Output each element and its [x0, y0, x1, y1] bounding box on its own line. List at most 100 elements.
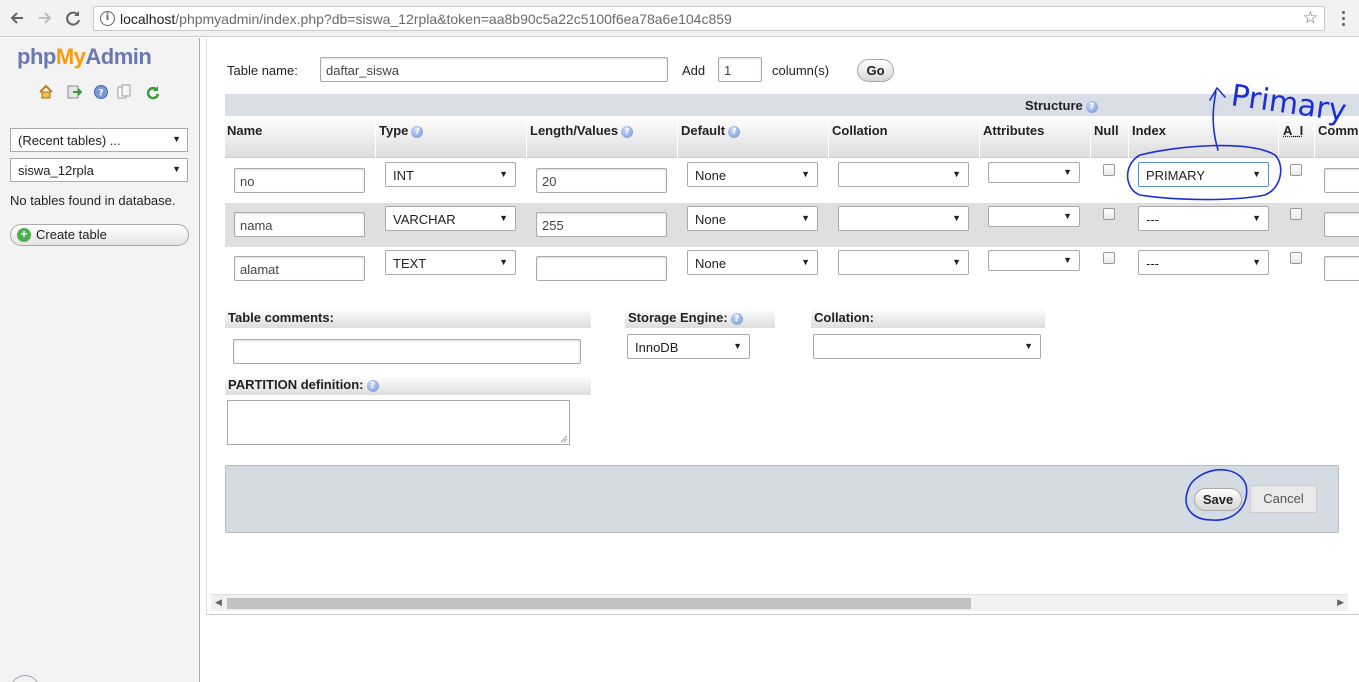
column-comments-input[interactable] [1324, 212, 1359, 237]
help-icon[interactable]: ? [730, 312, 743, 325]
columns-label: column(s) [772, 63, 830, 78]
bookmark-star-icon[interactable]: ☆ [1303, 8, 1318, 28]
resize-handle-icon[interactable] [560, 435, 568, 443]
table-comments-input[interactable] [233, 339, 581, 364]
table-row: nama VARCHAR ▼ 255 None ▼ ▼ ▼ --- ▼ [225, 203, 1359, 247]
header-null: Null [1094, 123, 1119, 138]
header-collation: Collation [832, 123, 888, 138]
column-index-value: PRIMARY [1146, 168, 1205, 183]
table-collation-select[interactable]: ▼ [813, 334, 1041, 359]
column-length-input[interactable]: 20 [536, 168, 667, 193]
null-checkbox[interactable] [1103, 252, 1115, 264]
add-columns-input[interactable]: 1 [718, 57, 762, 82]
column-collation-select[interactable]: ▼ [838, 250, 969, 275]
column-default-value: None [695, 212, 727, 227]
column-name-input[interactable]: no [234, 168, 365, 193]
recent-tables-select[interactable]: (Recent tables) ... ▼ [10, 128, 188, 152]
no-tables-message: No tables found in database. [10, 193, 176, 208]
structure-label: Structure [1025, 98, 1083, 113]
horizontal-scrollbar[interactable]: ◀ ▶ [211, 594, 1348, 611]
svg-text:?: ? [98, 89, 103, 99]
column-length-input[interactable]: 255 [536, 212, 667, 237]
add-label: Add [682, 63, 706, 78]
forward-arrow-icon[interactable] [35, 8, 55, 28]
logout-icon[interactable] [66, 84, 83, 100]
scrollbar-thumb[interactable] [227, 598, 971, 609]
docs-icon[interactable] [116, 84, 132, 100]
column-comments-input[interactable] [1324, 256, 1359, 281]
table-row: alamat TEXT ▼ None ▼ ▼ ▼ --- ▼ [225, 247, 1359, 291]
header-divider [1314, 116, 1315, 158]
chevron-down-icon: ▼ [1252, 213, 1261, 223]
chevron-down-icon: ▼ [1252, 257, 1261, 267]
scroll-right-icon[interactable]: ▶ [1337, 597, 1344, 608]
reload-icon[interactable] [63, 8, 83, 28]
header-divider [375, 116, 376, 158]
column-index-select[interactable]: PRIMARY ▼ [1138, 162, 1269, 187]
column-comments-input[interactable] [1324, 168, 1359, 193]
plus-icon: + [17, 228, 31, 242]
column-index-select[interactable]: --- ▼ [1138, 206, 1269, 231]
table-name-input[interactable]: daftar_siswa [320, 57, 668, 82]
save-button[interactable]: Save [1194, 488, 1242, 511]
null-checkbox[interactable] [1103, 164, 1115, 176]
chevron-down-icon: ▼ [1252, 169, 1261, 179]
column-type-select[interactable]: INT ▼ [385, 162, 516, 187]
header-divider [1090, 116, 1091, 158]
phpmyadmin-logo[interactable]: phpMyAdmin [17, 44, 152, 70]
column-type-select[interactable]: TEXT ▼ [385, 250, 516, 275]
header-default-label: Default [681, 123, 726, 138]
chevron-down-icon: ▼ [801, 169, 810, 179]
column-name-input[interactable]: alamat [234, 256, 365, 281]
column-length-input[interactable] [536, 256, 667, 281]
header-type: Type? [379, 123, 424, 138]
address-bar[interactable]: i localhost/phpmyadmin/index.php?db=sisw… [93, 6, 1325, 31]
create-table-button[interactable]: + Create table [10, 224, 189, 246]
column-name-input[interactable]: nama [234, 212, 365, 237]
header-divider [828, 116, 829, 158]
storage-engine-select[interactable]: InnoDB ▼ [627, 334, 750, 359]
browser-menu-icon[interactable] [1337, 9, 1349, 29]
chevron-down-icon: ▼ [499, 257, 508, 267]
auto-increment-checkbox[interactable] [1290, 252, 1302, 264]
chevron-down-icon: ▼ [499, 213, 508, 223]
null-checkbox[interactable] [1103, 208, 1115, 220]
database-value: siswa_12rpla [18, 163, 94, 178]
header-divider [1278, 116, 1279, 158]
column-collation-select[interactable]: ▼ [838, 162, 969, 187]
back-arrow-icon[interactable] [7, 8, 27, 28]
structure-bar: Structure? [225, 94, 1359, 116]
column-default-select[interactable]: None ▼ [687, 206, 818, 231]
partition-definition-textarea[interactable] [227, 400, 570, 445]
help-icon[interactable]: ? [411, 125, 424, 138]
auto-increment-checkbox[interactable] [1290, 164, 1302, 176]
database-select[interactable]: siswa_12rpla ▼ [10, 158, 188, 182]
column-type-value: VARCHAR [393, 212, 456, 227]
home-icon[interactable] [38, 84, 54, 100]
info-icon[interactable]: i [100, 11, 115, 26]
table-row: no INT ▼ 20 None ▼ ▼ ▼ PRIMARY ▼ [225, 159, 1359, 203]
column-default-select[interactable]: None ▼ [687, 250, 818, 275]
browser-toolbar: i localhost/phpmyadmin/index.php?db=sisw… [0, 0, 1359, 37]
column-default-select[interactable]: None ▼ [687, 162, 818, 187]
chevron-down-icon: ▼ [801, 213, 810, 223]
help-icon[interactable]: ? [93, 84, 109, 100]
column-attributes-select[interactable]: ▼ [988, 162, 1080, 183]
column-type-select[interactable]: VARCHAR ▼ [385, 206, 516, 231]
help-icon[interactable]: ? [621, 125, 634, 138]
help-icon[interactable]: ? [1085, 100, 1098, 113]
column-attributes-select[interactable]: ▼ [988, 206, 1080, 227]
go-button[interactable]: Go [857, 59, 894, 82]
logo-my: My [55, 44, 86, 69]
cancel-button[interactable]: Cancel [1250, 485, 1317, 513]
column-index-select[interactable]: --- ▼ [1138, 250, 1269, 275]
column-attributes-select[interactable]: ▼ [988, 250, 1080, 271]
header-attributes: Attributes [983, 123, 1045, 138]
column-collation-select[interactable]: ▼ [838, 206, 969, 231]
help-icon[interactable]: ? [728, 125, 741, 138]
reload-icon[interactable] [145, 84, 161, 100]
url-text[interactable]: localhost/phpmyadmin/index.php?db=siswa_… [120, 11, 732, 27]
help-icon[interactable]: ? [366, 379, 379, 392]
scroll-left-icon[interactable]: ◀ [215, 597, 222, 608]
auto-increment-checkbox[interactable] [1290, 208, 1302, 220]
